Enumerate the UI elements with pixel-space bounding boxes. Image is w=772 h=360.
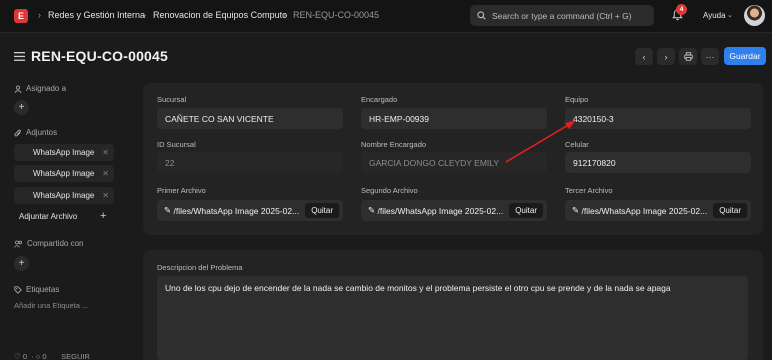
chevron-left-icon: ‹: [642, 51, 646, 62]
nombre-encargado-field: GARCIA DONGO CLEYDY EMILY: [361, 152, 547, 173]
print-button[interactable]: [679, 48, 697, 65]
celular-field[interactable]: 912170820: [565, 152, 751, 173]
remove-primer-archivo-button[interactable]: Quitar: [305, 203, 339, 218]
ellipsis-icon: ···: [705, 51, 715, 62]
equipo-field[interactable]: 4320150-3: [565, 108, 751, 129]
chevron-right-icon: ›: [143, 10, 146, 20]
menu-icon[interactable]: [14, 52, 25, 61]
paperclip-icon: ✎: [368, 205, 376, 215]
assigned-to-section: Asignado a: [14, 84, 66, 93]
comment-icon[interactable]: ○: [36, 352, 41, 360]
likes-count: 0: [22, 352, 27, 360]
plus-icon: +: [18, 102, 25, 113]
remove-tercer-archivo-button[interactable]: Quitar: [713, 203, 747, 218]
help-menu[interactable]: Ayuda: [703, 11, 726, 20]
encargado-label: Encargado: [361, 95, 398, 104]
attachment-item[interactable]: WhatsApp Image ✕: [14, 187, 114, 204]
primer-archivo-value[interactable]: /files/WhatsApp Image 2025-02...: [174, 206, 300, 216]
chevron-right-icon: ›: [38, 10, 41, 20]
shared-with-section: Compartido con: [14, 239, 83, 248]
avatar[interactable]: [744, 5, 765, 26]
add-assignee-button[interactable]: +: [14, 100, 29, 115]
chevron-right-icon: ›: [283, 10, 286, 20]
remove-segundo-archivo-button[interactable]: Quitar: [509, 203, 543, 218]
encargado-field[interactable]: HR-EMP-00939: [361, 108, 547, 129]
plus-icon: +: [18, 258, 25, 269]
add-attachment-button[interactable]: Adjuntar Archivo: [19, 212, 77, 221]
segundo-archivo-field[interactable]: ✎ /files/WhatsApp Image 2025-02... Quita…: [361, 200, 547, 221]
tag-icon: [14, 285, 22, 294]
previous-button[interactable]: ‹: [635, 48, 653, 65]
attachment-name: WhatsApp Image: [33, 148, 95, 157]
id-sucursal-field: 22: [157, 152, 343, 173]
descripcion-field[interactable]: Uno de los cpu dejo de encender de la na…: [157, 276, 748, 360]
more-options-button[interactable]: ···: [701, 48, 719, 65]
user-icon: [14, 84, 22, 93]
add-tag-button[interactable]: Añadir una Etiqueta ...: [14, 301, 88, 310]
assigned-to-label: Asignado a: [26, 84, 67, 93]
app-logo[interactable]: E: [14, 9, 28, 23]
segundo-archivo-value[interactable]: /files/WhatsApp Image 2025-02...: [378, 206, 504, 216]
chevron-right-icon: ›: [664, 51, 668, 62]
page-title: REN-EQU-CO-00045: [31, 48, 169, 64]
search-icon: [477, 11, 486, 20]
chevron-down-icon: ⌄: [727, 12, 733, 19]
breadcrumb-document[interactable]: REN-EQU-CO-00045: [293, 10, 379, 20]
next-button[interactable]: ›: [657, 48, 675, 65]
likes-comments-follow: ♡ 0 · ○ 0 SEGUIR: [14, 352, 90, 360]
primer-archivo-label: Primer Archivo: [157, 186, 206, 195]
share-button[interactable]: +: [14, 256, 29, 271]
tags-label: Etiquetas: [26, 285, 60, 294]
save-button[interactable]: Guardar: [724, 47, 766, 65]
id-sucursal-label: ID Sucursal: [157, 140, 196, 149]
shared-with-label: Compartido con: [27, 239, 84, 248]
tercer-archivo-value[interactable]: /files/WhatsApp Image 2025-02...: [582, 206, 708, 216]
primer-archivo-field[interactable]: ✎ /files/WhatsApp Image 2025-02... Quita…: [157, 200, 343, 221]
sucursal-label: Sucursal: [157, 95, 187, 104]
attachment-name: WhatsApp Image: [33, 191, 95, 200]
nombre-encargado-label: Nombre Encargado: [361, 140, 427, 149]
close-icon[interactable]: ✕: [102, 169, 109, 178]
segundo-archivo-label: Segundo Archivo: [361, 186, 418, 195]
close-icon[interactable]: ✕: [102, 148, 109, 157]
attachment-item[interactable]: WhatsApp Image ✕: [14, 165, 114, 182]
notification-badge: 4: [676, 4, 687, 15]
search-input[interactable]: Search or type a command (Ctrl + G): [470, 5, 654, 26]
attachment-name: WhatsApp Image: [33, 169, 95, 178]
paperclip-icon: [14, 129, 21, 136]
paperclip-icon: ✎: [164, 205, 172, 215]
top-navbar: E › Redes y Gestión Interna › Renovacion…: [0, 0, 772, 33]
users-icon: [14, 240, 22, 248]
follow-button[interactable]: SEGUIR: [61, 352, 90, 360]
printer-icon: [683, 52, 693, 61]
celular-label: Celular: [565, 140, 589, 149]
search-placeholder: Search or type a command (Ctrl + G): [492, 10, 632, 21]
attachments-label: Adjuntos: [26, 128, 58, 137]
tercer-archivo-label: Tercer Archivo: [565, 186, 613, 195]
heart-icon[interactable]: ♡: [14, 352, 21, 360]
breadcrumb-doctype[interactable]: Renovacion de Equipos Computo: [153, 10, 287, 20]
equipo-label: Equipo: [565, 95, 589, 104]
close-icon[interactable]: ✕: [102, 191, 109, 200]
sucursal-field[interactable]: CAÑETE CO SAN VICENTE: [157, 108, 343, 129]
paperclip-icon: ✎: [572, 205, 580, 215]
plus-icon[interactable]: +: [100, 210, 106, 222]
descripcion-label: Descripcion del Problema: [157, 263, 243, 272]
breadcrumb-module[interactable]: Redes y Gestión Interna: [48, 10, 145, 20]
tags-section: Etiquetas: [14, 285, 59, 294]
attachments-section: Adjuntos: [14, 128, 57, 137]
attachment-item[interactable]: WhatsApp Image ✕: [14, 144, 114, 161]
tercer-archivo-field[interactable]: ✎ /files/WhatsApp Image 2025-02... Quita…: [565, 200, 751, 221]
comments-count: 0: [42, 352, 47, 360]
